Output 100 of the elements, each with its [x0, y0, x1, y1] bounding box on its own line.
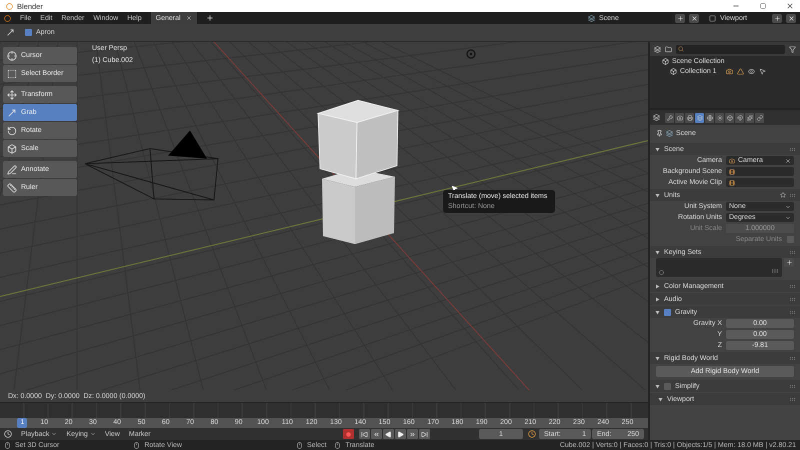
layers-icon[interactable] [654, 46, 661, 52]
triangle-icon [736, 68, 744, 74]
close-button[interactable] [786, 14, 796, 22]
add-icon [786, 259, 792, 266]
film-icon [729, 180, 735, 186]
layers-icon[interactable] [653, 114, 660, 121]
next-key-button[interactable] [407, 429, 418, 439]
layers-icon [666, 130, 673, 137]
properties-tab[interactable] [745, 112, 754, 122]
caret-icon [51, 431, 58, 437]
move-icon [7, 90, 17, 100]
pointer-icon[interactable] [758, 68, 766, 74]
clear-icon[interactable] [785, 158, 791, 164]
sun-icon [716, 114, 722, 120]
pin-icon[interactable] [656, 130, 663, 137]
grip-icon [771, 267, 779, 275]
printer-icon [686, 114, 692, 120]
arrow-icon [7, 108, 17, 118]
disclosure-triangle-icon[interactable] [655, 250, 660, 254]
wrench-icon [666, 114, 672, 120]
eye-icon[interactable] [748, 68, 755, 74]
pen-icon [7, 164, 17, 174]
properties-tab[interactable] [675, 112, 684, 122]
timeline-track[interactable] [0, 402, 648, 418]
skip-back-icon [361, 430, 368, 438]
close-button[interactable] [689, 14, 699, 22]
properties-tab[interactable] [715, 112, 724, 122]
cube-icon [726, 114, 732, 120]
add-icon[interactable] [206, 14, 214, 22]
play-reverse-icon [385, 430, 392, 438]
clock-icon[interactable] [528, 430, 536, 438]
pointer-icon [451, 185, 458, 192]
add-icon [774, 14, 780, 22]
properties-tab[interactable] [755, 112, 764, 122]
input-field[interactable] [726, 178, 794, 187]
layer-icon[interactable] [709, 14, 716, 22]
properties-tab[interactable] [735, 112, 744, 122]
ruler-icon [7, 182, 17, 192]
layers-icon [696, 114, 702, 120]
properties-tab[interactable] [685, 112, 694, 122]
double-chevron-icon [373, 430, 380, 438]
input-field[interactable] [726, 167, 794, 176]
clock-icon[interactable] [4, 430, 12, 438]
arrow-icon[interactable] [6, 28, 15, 37]
close-icon [690, 14, 698, 22]
folder-icon[interactable] [665, 46, 672, 52]
play-reverse-button[interactable] [383, 429, 394, 439]
mouse-icon [4, 442, 11, 448]
search-field[interactable] [676, 44, 785, 54]
properties-tab[interactable] [725, 112, 734, 122]
add-button[interactable] [675, 14, 685, 22]
film-icon [729, 168, 735, 174]
disclosure-triangle-icon[interactable] [655, 296, 660, 302]
play-icon [397, 430, 404, 438]
disclosure-triangle-icon[interactable] [658, 396, 663, 402]
globe-icon [706, 114, 712, 120]
properties-tab[interactable] [665, 112, 674, 122]
properties-tab[interactable] [705, 112, 714, 122]
play-button[interactable] [395, 429, 406, 439]
collection-icon [662, 58, 669, 64]
mouse-icon [133, 442, 140, 448]
close-icon [186, 15, 192, 21]
disclosure-triangle-icon[interactable] [655, 146, 660, 152]
search-icon [678, 46, 684, 52]
add-button[interactable] [772, 14, 782, 22]
cube-icon [7, 144, 17, 154]
caret-icon [90, 431, 96, 437]
checkbox[interactable] [664, 382, 671, 390]
previous-key-button[interactable] [371, 429, 382, 439]
camera-icon [726, 68, 733, 74]
3d-cursor-icon [466, 49, 476, 59]
star-icon[interactable] [780, 192, 786, 198]
disclosure-triangle-icon[interactable] [655, 310, 660, 314]
sparkles-icon [746, 114, 752, 120]
properties-tab[interactable] [695, 112, 704, 122]
jump-start-button[interactable] [359, 429, 370, 439]
disclosure-triangle-icon[interactable] [655, 284, 660, 288]
rotate-icon [7, 126, 17, 136]
jump-end-button[interactable] [419, 429, 430, 439]
disclosure-triangle-icon[interactable] [655, 384, 660, 388]
dashed-square-icon [7, 68, 17, 78]
layers-icon[interactable] [588, 14, 595, 22]
mouse-icon [296, 442, 303, 448]
add-button[interactable] [784, 258, 794, 267]
close-icon[interactable] [786, 2, 794, 10]
checkbox[interactable] [25, 29, 32, 36]
collection-icon [670, 68, 677, 74]
close-icon [788, 14, 794, 22]
add-icon [676, 14, 684, 22]
disclosure-triangle-icon[interactable] [655, 356, 660, 360]
filter-icon[interactable] [789, 46, 796, 52]
maximize-icon[interactable] [760, 3, 766, 9]
checkbox[interactable] [664, 308, 671, 316]
circle-icon [659, 270, 664, 275]
mouse-icon [334, 442, 342, 448]
link-icon [756, 114, 762, 120]
skip-forward-icon [421, 430, 428, 438]
disclosure-triangle-icon[interactable] [655, 192, 660, 198]
magnet-icon [736, 114, 742, 120]
camera-icon [676, 114, 682, 120]
